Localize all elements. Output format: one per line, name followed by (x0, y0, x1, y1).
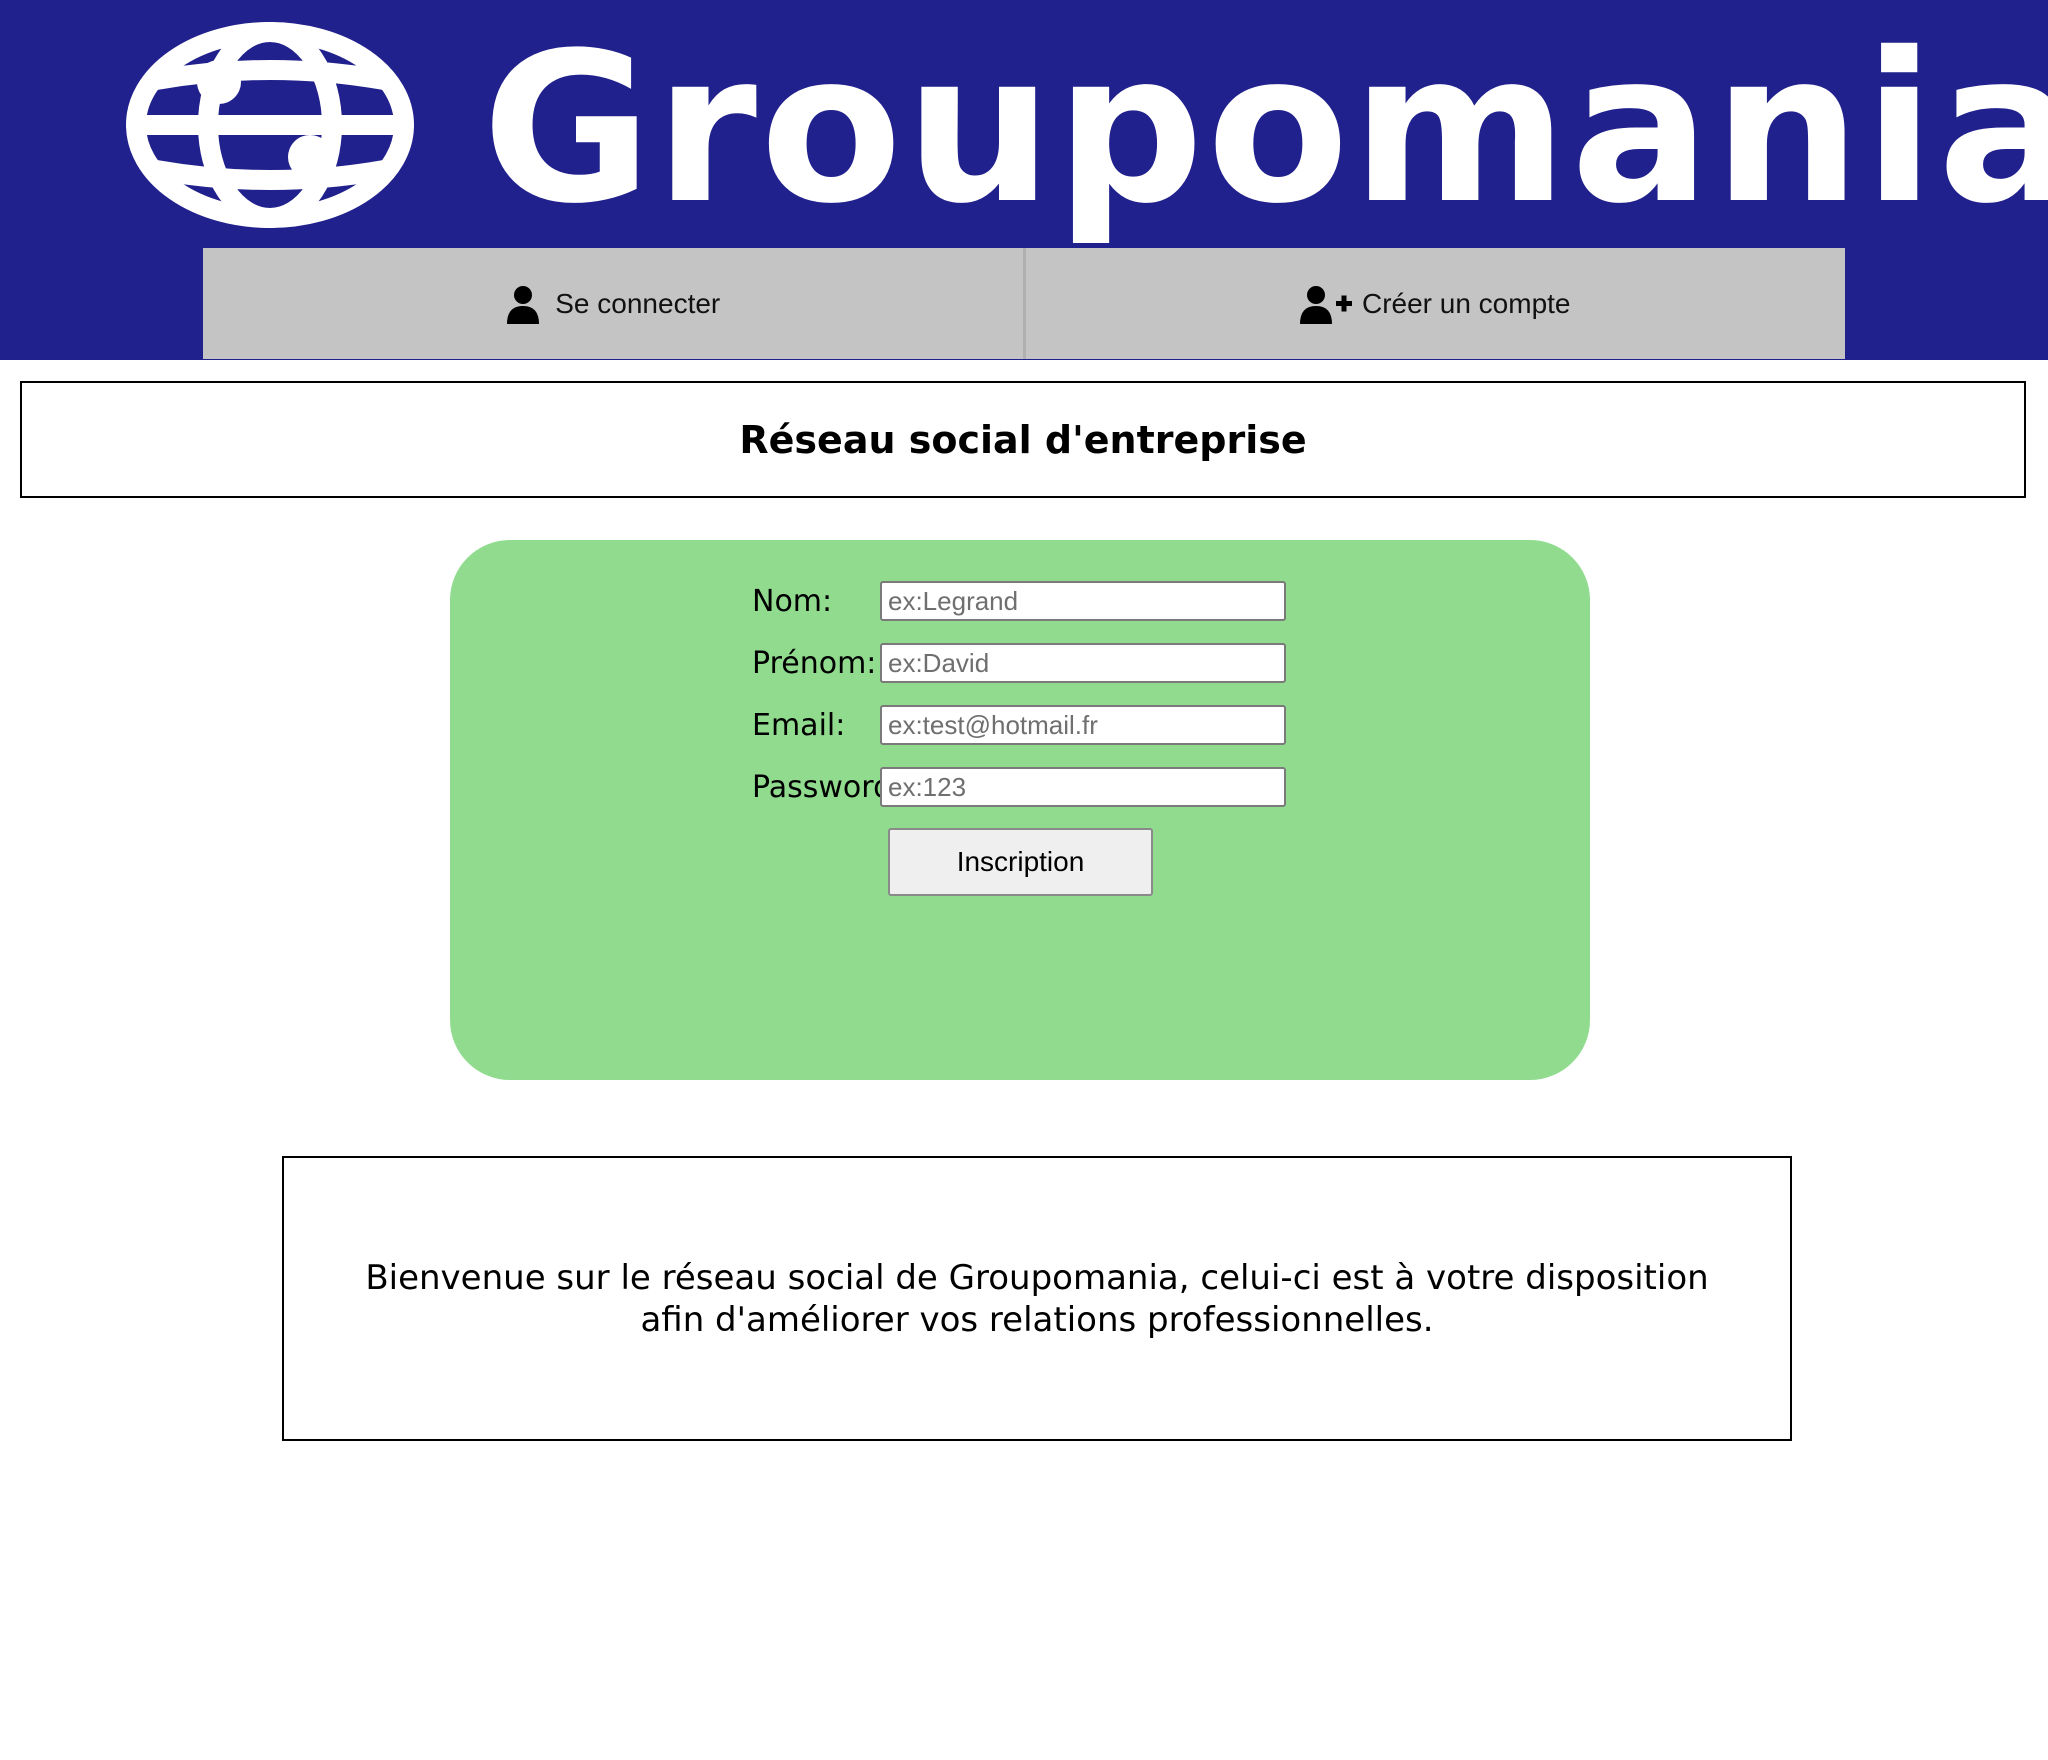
signup-tab-label: Créer un compte (1361, 287, 1571, 319)
form-row-prenom: Prénom: (752, 642, 1286, 684)
page-title: Réseau social d'entreprise (739, 417, 1307, 462)
user-icon (505, 284, 545, 324)
inscription-button[interactable]: Inscription (888, 828, 1153, 896)
form-row-nom: Nom: (752, 580, 1286, 622)
prenom-input[interactable] (880, 643, 1286, 683)
login-tab[interactable]: Se connecter (203, 248, 1023, 359)
welcome-box: Bienvenue sur le réseau social de Groupo… (282, 1156, 1792, 1441)
password-label: Password (752, 769, 893, 805)
globe-logo-icon (124, 22, 416, 229)
page-title-box: Réseau social d'entreprise (20, 381, 2026, 498)
prenom-label: Prénom: (752, 645, 877, 681)
user-plus-icon (1299, 284, 1352, 324)
main-nav: Se connecter Créer un compte (203, 248, 1845, 359)
signup-form: Nom: Prénom: Email: Password Inscription (450, 540, 1590, 1080)
welcome-text: Bienvenue sur le réseau social de Groupo… (365, 1257, 1709, 1340)
signup-tab[interactable]: Créer un compte (1022, 248, 1845, 359)
form-row-password: Password (752, 766, 1286, 808)
email-label: Email: (752, 707, 846, 743)
site-header: Groupomania Se connecter Créer un compte (0, 0, 2048, 360)
nom-input[interactable] (880, 581, 1286, 621)
form-row-email: Email: (752, 704, 1286, 746)
login-tab-label: Se connecter (555, 287, 721, 319)
email-input[interactable] (880, 705, 1286, 745)
password-input[interactable] (880, 767, 1286, 807)
brand-logo-text: Groupomania (482, 8, 2048, 249)
nom-label: Nom: (752, 583, 833, 619)
